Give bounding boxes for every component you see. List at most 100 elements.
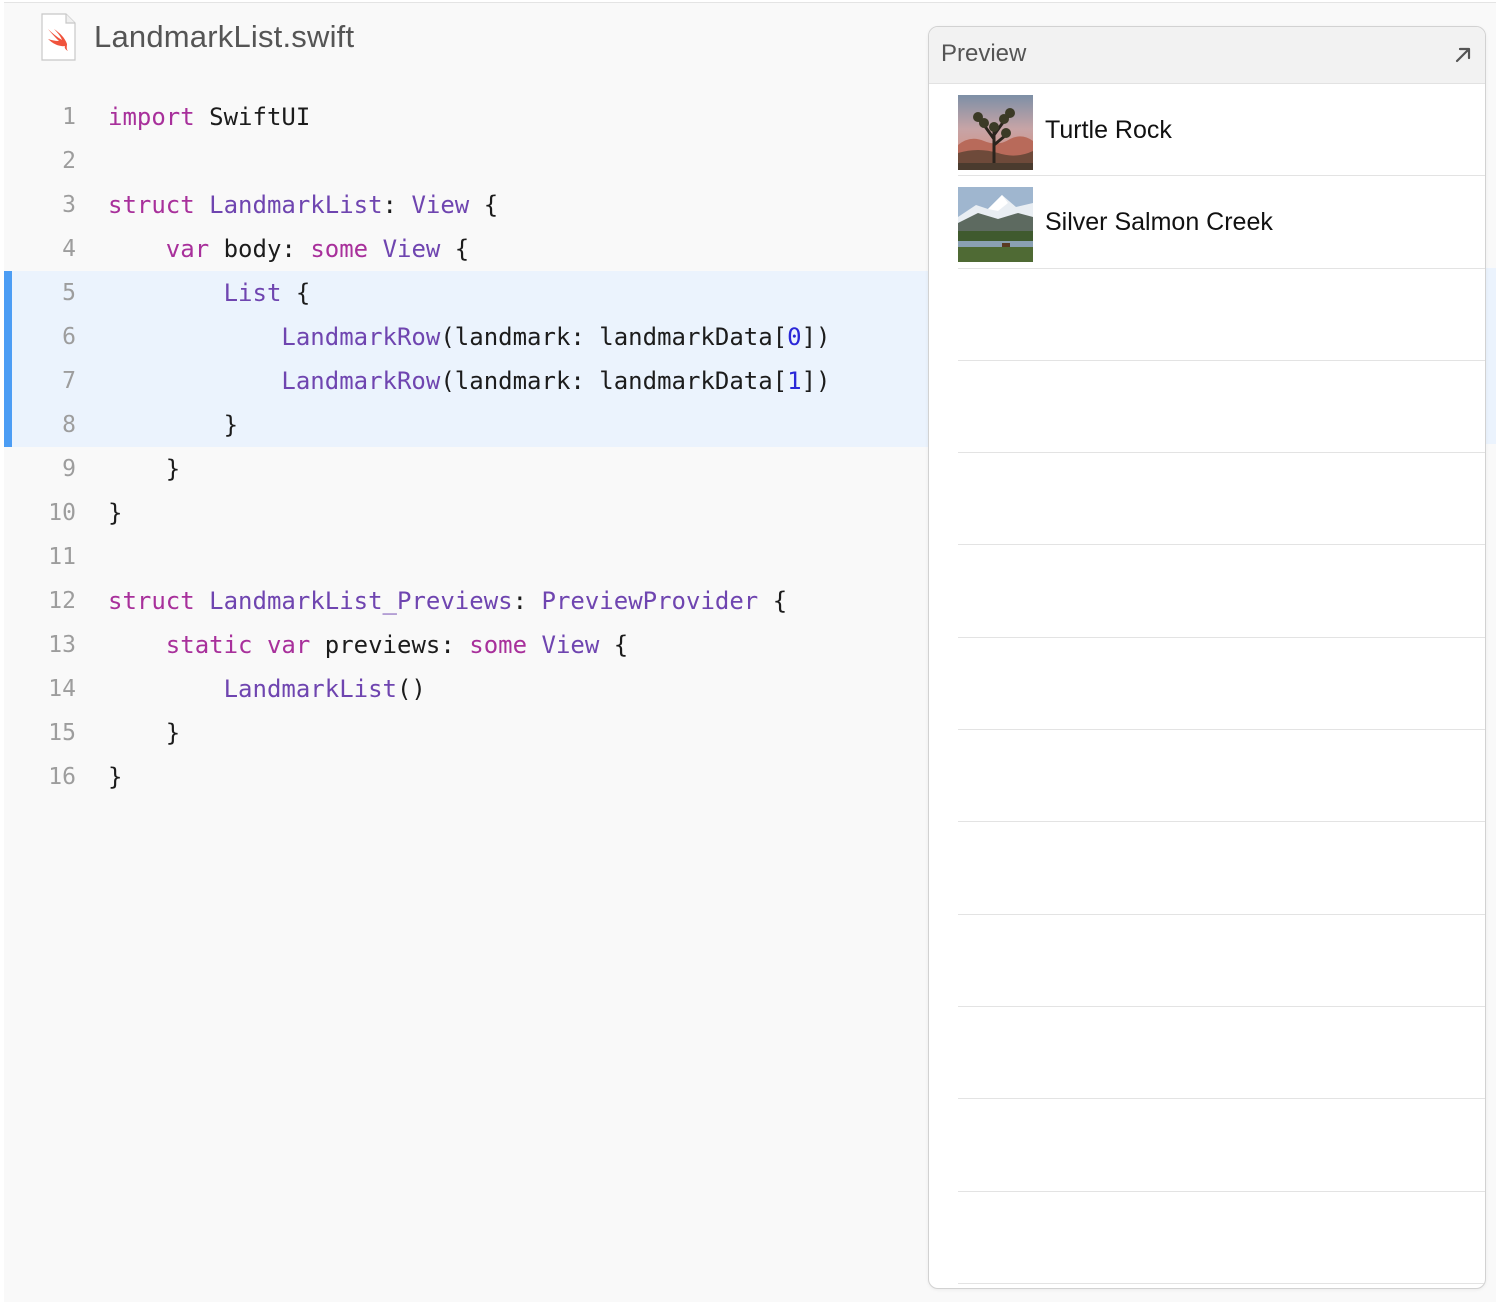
line-number: 13 bbox=[48, 632, 76, 658]
code-token: struct bbox=[108, 587, 195, 615]
code-token: var bbox=[266, 631, 311, 659]
code-token: View bbox=[541, 631, 600, 659]
preview-header: Preview bbox=[929, 27, 1485, 84]
code-token: PreviewProvider bbox=[541, 587, 759, 615]
list-row[interactable] bbox=[958, 730, 1485, 823]
code-token: ]) bbox=[801, 367, 831, 395]
code-token: LandmarkList bbox=[209, 191, 383, 219]
code-line[interactable]: 11 bbox=[4, 535, 930, 579]
code-token: } bbox=[108, 763, 123, 791]
list-row-label: Silver Salmon Creek bbox=[1045, 208, 1273, 237]
list-row[interactable] bbox=[958, 1099, 1485, 1192]
code-token: View bbox=[411, 191, 470, 219]
list-row[interactable] bbox=[958, 822, 1485, 915]
code-token: 1 bbox=[787, 367, 802, 395]
line-number: 3 bbox=[62, 192, 76, 218]
code-token: previews: bbox=[310, 631, 470, 659]
code-token: (landmark: landmarkData[ bbox=[440, 367, 788, 395]
code-line[interactable]: 10} bbox=[4, 491, 930, 535]
line-number: 11 bbox=[48, 544, 76, 570]
code-text: LandmarkRow(landmark: landmarkData[1]) bbox=[108, 359, 830, 403]
code-line[interactable]: 1 import SwiftUI bbox=[4, 95, 930, 139]
turtle-rock-photo bbox=[958, 95, 1033, 170]
code-token: ]) bbox=[801, 323, 831, 351]
code-text: } bbox=[108, 447, 180, 491]
code-text: import SwiftUI bbox=[108, 95, 310, 139]
line-number: 10 bbox=[48, 500, 76, 526]
code-token: 0 bbox=[787, 323, 802, 351]
code-line[interactable]: 4 var body: some View { bbox=[4, 227, 930, 271]
code-token: some bbox=[310, 235, 369, 263]
code-text: struct LandmarkList: View { bbox=[108, 183, 498, 227]
code-text: } bbox=[108, 711, 180, 755]
code-editor[interactable]: 1 import SwiftUI 2 3 struct LandmarkList: Vi… bbox=[4, 95, 930, 799]
line-number: 12 bbox=[48, 588, 76, 614]
list-row[interactable] bbox=[958, 1007, 1485, 1100]
code-line[interactable]: 12 struct LandmarkList_Previews: PreviewP… bbox=[4, 579, 930, 623]
code-text: } bbox=[108, 403, 238, 447]
code-line[interactable]: 8 } bbox=[4, 403, 930, 447]
code-text: LandmarkList() bbox=[108, 667, 426, 711]
code-line[interactable]: 13 static var previews: some View { bbox=[4, 623, 930, 667]
list-row[interactable]: Silver Salmon Creek bbox=[958, 176, 1485, 269]
file-title: LandmarkList.swift bbox=[94, 19, 355, 54]
list-row[interactable] bbox=[958, 915, 1485, 1007]
file-header: LandmarkList.swift bbox=[40, 11, 354, 63]
code-token: { bbox=[469, 191, 499, 219]
swift-file-icon bbox=[40, 13, 76, 61]
code-token: () bbox=[396, 675, 426, 703]
list-row[interactable] bbox=[958, 453, 1485, 546]
code-text: struct LandmarkList_Previews: PreviewPro… bbox=[108, 579, 787, 623]
silver-salmon-creek-photo bbox=[958, 187, 1033, 263]
code-token: { bbox=[440, 235, 470, 263]
code-token: var bbox=[165, 235, 210, 263]
code-token: struct bbox=[108, 191, 195, 219]
code-token: import bbox=[108, 103, 195, 131]
code-token: LandmarkList bbox=[223, 675, 397, 703]
list-row[interactable] bbox=[958, 269, 1485, 361]
code-line[interactable]: 3 struct LandmarkList: View { bbox=[4, 183, 930, 227]
code-token: { bbox=[758, 587, 788, 615]
code-token: { bbox=[281, 279, 311, 307]
code-token: View bbox=[382, 235, 441, 263]
preview-title: Preview bbox=[941, 40, 1027, 67]
arrow-up-right-icon[interactable] bbox=[1451, 43, 1475, 67]
code-token: : bbox=[382, 191, 412, 219]
preview-panel: Preview Turtle Rock Silver Salmon Creek bbox=[928, 26, 1486, 1289]
code-line[interactable]: 7 LandmarkRow(landmark: landmarkData[1]) bbox=[4, 359, 930, 403]
list-row[interactable] bbox=[958, 361, 1485, 454]
line-number: 5 bbox=[62, 280, 76, 306]
list-row[interactable] bbox=[958, 638, 1485, 731]
list-row[interactable]: Turtle Rock bbox=[958, 84, 1485, 177]
code-line[interactable]: 15 } bbox=[4, 711, 930, 755]
code-token: (landmark: landmarkData[ bbox=[440, 323, 788, 351]
code-line[interactable]: 5 List { bbox=[4, 271, 930, 315]
list-row[interactable] bbox=[958, 545, 1485, 638]
line-number: 4 bbox=[62, 236, 76, 262]
code-text: } bbox=[108, 755, 122, 799]
preview-list[interactable]: Turtle Rock Silver Salmon Creek bbox=[958, 84, 1485, 1284]
code-line[interactable]: 14 LandmarkList() bbox=[4, 667, 930, 711]
code-text: List { bbox=[108, 271, 311, 315]
code-token: LandmarkRow bbox=[281, 367, 441, 395]
line-number: 9 bbox=[62, 456, 76, 482]
code-token: some bbox=[469, 631, 528, 659]
code-token: LandmarkRow bbox=[281, 323, 441, 351]
code-line[interactable]: 9 } bbox=[4, 447, 930, 491]
code-line[interactable]: 2 bbox=[4, 139, 930, 183]
code-text: static var previews: some View { bbox=[108, 623, 628, 667]
code-line[interactable]: 6 LandmarkRow(landmark: landmarkData[0]) bbox=[4, 315, 930, 359]
code-line[interactable]: 16} bbox=[4, 755, 930, 799]
code-token: } bbox=[108, 499, 123, 527]
list-row[interactable] bbox=[958, 1192, 1485, 1284]
code-token: body: bbox=[209, 235, 311, 263]
